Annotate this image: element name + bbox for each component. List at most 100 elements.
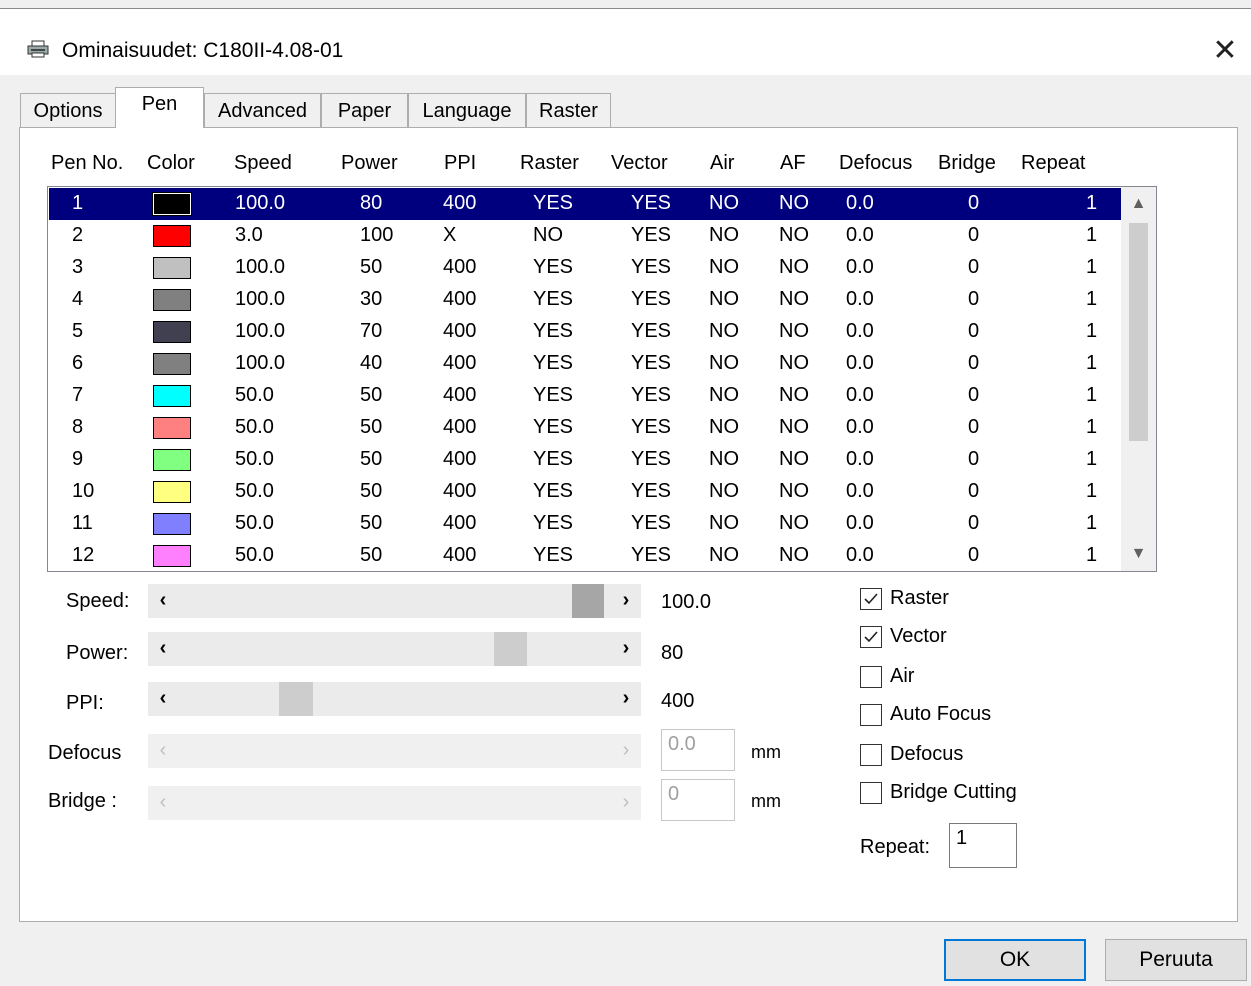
ppi-label: PPI: bbox=[66, 692, 104, 714]
vertical-scrollbar[interactable]: ▲ ▼ bbox=[1121, 187, 1156, 571]
power-increase-arrow[interactable]: › bbox=[611, 632, 641, 666]
cell-speed: 100.0 bbox=[235, 352, 286, 374]
cell-ppi: 400 bbox=[443, 256, 477, 278]
color-swatch bbox=[152, 192, 192, 216]
cell-af: NO bbox=[779, 320, 809, 342]
scrollbar-thumb[interactable] bbox=[1129, 223, 1148, 441]
defocus-increase-arrow[interactable]: › bbox=[611, 734, 641, 768]
speed-slider-thumb[interactable] bbox=[572, 584, 604, 618]
tab-advanced[interactable]: Advanced bbox=[204, 93, 321, 127]
cell-vector: YES bbox=[631, 288, 672, 310]
table-row[interactable]: 8 50.0 50 400 YES YES NO NO 0.0 0 1 bbox=[49, 412, 1122, 444]
column-header-af: AF bbox=[780, 152, 806, 174]
ppi-slider-thumb[interactable] bbox=[279, 682, 313, 716]
table-row[interactable]: 1 100.0 80 400 YES YES NO NO 0.0 0 1 bbox=[49, 188, 1122, 220]
table-row[interactable]: 5 100.0 70 400 YES YES NO NO 0.0 0 1 bbox=[49, 316, 1122, 348]
bridge-slider[interactable]: ‹ › bbox=[148, 786, 641, 820]
ok-button[interactable]: OK bbox=[944, 939, 1086, 981]
tab-language[interactable]: Language bbox=[408, 93, 526, 127]
table-row[interactable]: 9 50.0 50 400 YES YES NO NO 0.0 0 1 bbox=[49, 444, 1122, 476]
repeat-input[interactable]: 1 bbox=[949, 823, 1017, 868]
table-row[interactable]: 11 50.0 50 400 YES YES NO NO 0.0 0 1 bbox=[49, 508, 1122, 540]
printer-icon bbox=[27, 40, 49, 58]
cell-speed: 100.0 bbox=[235, 288, 286, 310]
table-row[interactable]: 10 50.0 50 400 YES YES NO NO 0.0 0 1 bbox=[49, 476, 1122, 508]
table-row[interactable]: 4 100.0 30 400 YES YES NO NO 0.0 0 1 bbox=[49, 284, 1122, 316]
cell-air: NO bbox=[709, 224, 739, 246]
scroll-up-arrow[interactable]: ▲ bbox=[1121, 187, 1156, 221]
cell-ppi: 400 bbox=[443, 544, 477, 566]
table-row[interactable]: 3 100.0 50 400 YES YES NO NO 0.0 0 1 bbox=[49, 252, 1122, 284]
ppi-decrease-arrow[interactable]: ‹ bbox=[148, 682, 178, 716]
cell-bridge: 0 bbox=[968, 192, 980, 214]
power-slider[interactable]: ‹ › bbox=[148, 632, 641, 666]
bridge-input[interactable]: 0 bbox=[661, 779, 735, 821]
power-slider-thumb[interactable] bbox=[494, 632, 527, 666]
color-swatch bbox=[153, 513, 191, 535]
cell-air: NO bbox=[709, 416, 739, 438]
cell-repeat: 1 bbox=[1086, 512, 1098, 534]
bridge-increase-arrow[interactable]: › bbox=[611, 786, 641, 820]
defocus-decrease-arrow[interactable]: ‹ bbox=[148, 734, 178, 768]
defocus-input[interactable]: 0.0 bbox=[661, 729, 735, 771]
table-row[interactable]: 12 50.0 50 400 YES YES NO NO 0.0 0 1 bbox=[49, 540, 1122, 571]
table-row[interactable]: 7 50.0 50 400 YES YES NO NO 0.0 0 1 bbox=[49, 380, 1122, 412]
cancel-button[interactable]: Peruuta bbox=[1105, 939, 1247, 981]
tab-paper[interactable]: Paper bbox=[321, 93, 408, 127]
ppi-slider[interactable]: ‹ › bbox=[148, 682, 641, 716]
color-swatch bbox=[153, 321, 191, 343]
bridge-decrease-arrow[interactable]: ‹ bbox=[148, 786, 178, 820]
table-row[interactable]: 6 100.0 40 400 YES YES NO NO 0.0 0 1 bbox=[49, 348, 1122, 380]
cell-af: NO bbox=[779, 192, 809, 214]
cell-vector: YES bbox=[631, 352, 672, 374]
title-bar[interactable]: Ominaisuudet: C180II-4.08-01 ✕ bbox=[0, 9, 1251, 75]
close-button[interactable]: ✕ bbox=[1205, 31, 1245, 71]
scroll-down-arrow[interactable]: ▼ bbox=[1121, 537, 1156, 571]
speed-increase-arrow[interactable]: › bbox=[611, 584, 641, 618]
table-row[interactable]: 2 3.0 100 X NO YES NO NO 0.0 0 1 bbox=[49, 220, 1122, 252]
ppi-value: 400 bbox=[661, 690, 695, 712]
speed-label: Speed: bbox=[66, 590, 130, 612]
color-swatch bbox=[153, 449, 191, 471]
column-header-ppi: PPI bbox=[444, 152, 477, 174]
cell-speed: 50.0 bbox=[235, 416, 274, 438]
cell-air: NO bbox=[709, 352, 739, 374]
cell-power: 70 bbox=[360, 320, 383, 342]
raster-checkbox[interactable] bbox=[860, 588, 882, 610]
cell-bridge: 0 bbox=[968, 224, 980, 246]
speed-decrease-arrow[interactable]: ‹ bbox=[148, 584, 178, 618]
raster-checkbox-label: Raster bbox=[890, 587, 949, 609]
cell-bridge: 0 bbox=[968, 288, 980, 310]
defocus-slider[interactable]: ‹ › bbox=[148, 734, 641, 768]
power-decrease-arrow[interactable]: ‹ bbox=[148, 632, 178, 666]
air-checkbox[interactable] bbox=[860, 666, 882, 688]
cell-power: 50 bbox=[360, 512, 383, 534]
defocus-checkbox[interactable] bbox=[860, 744, 882, 766]
auto-focus-checkbox[interactable] bbox=[860, 704, 882, 726]
cell-power: 50 bbox=[360, 256, 383, 278]
vector-checkbox[interactable] bbox=[860, 626, 882, 648]
cell-no: 12 bbox=[72, 544, 95, 566]
cell-raster: YES bbox=[533, 384, 574, 406]
cell-af: NO bbox=[779, 384, 809, 406]
bridge-cutting-checkbox[interactable] bbox=[860, 782, 882, 804]
column-header-raster: Raster bbox=[520, 152, 579, 174]
cell-no: 3 bbox=[72, 256, 84, 278]
cell-ppi: 400 bbox=[443, 352, 477, 374]
tab-options[interactable]: Options bbox=[20, 93, 116, 127]
column-header-power: Power bbox=[341, 152, 398, 174]
color-swatch bbox=[153, 289, 191, 311]
cell-ppi: 400 bbox=[443, 480, 477, 502]
pen-table[interactable]: 1 100.0 80 400 YES YES NO NO 0.0 0 1 2 3.0 100 X NO YES N… bbox=[47, 186, 1157, 572]
column-header-speed: Speed bbox=[234, 152, 292, 174]
cell-repeat: 1 bbox=[1086, 192, 1098, 214]
speed-slider[interactable]: ‹ › bbox=[148, 584, 641, 618]
tab-pen[interactable]: Pen bbox=[115, 87, 204, 128]
cell-raster: YES bbox=[533, 288, 574, 310]
cell-vector: YES bbox=[631, 544, 672, 566]
column-header-color: Color bbox=[147, 152, 195, 174]
cell-vector: YES bbox=[631, 448, 672, 470]
cell-af: NO bbox=[779, 288, 809, 310]
ppi-increase-arrow[interactable]: › bbox=[611, 682, 641, 716]
tab-raster[interactable]: Raster bbox=[526, 93, 611, 127]
